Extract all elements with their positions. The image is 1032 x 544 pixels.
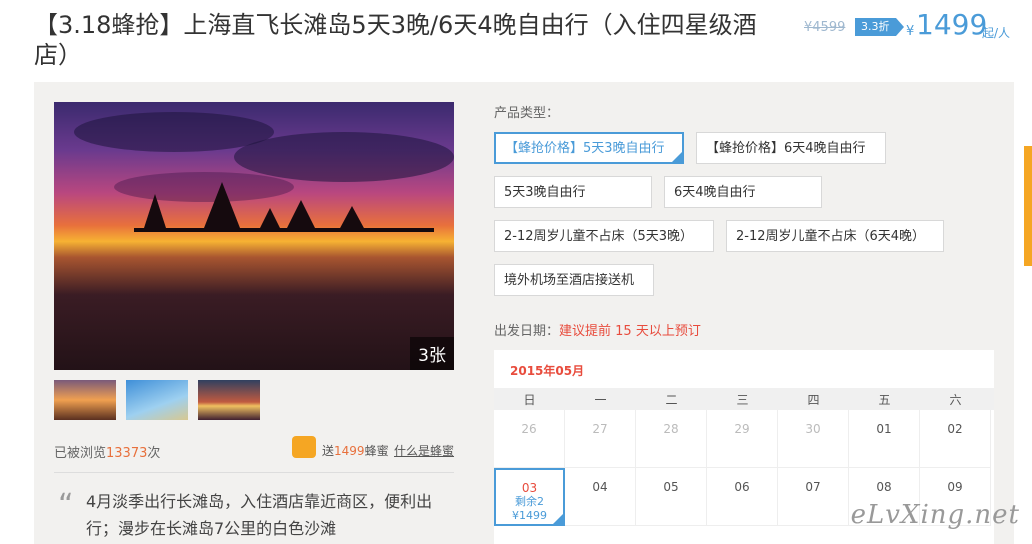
honey-gift-icon — [292, 436, 316, 458]
calendar-day-available[interactable]: 03 剩余2 ¥1499 — [494, 468, 565, 526]
weekday-sat: 六 — [949, 393, 962, 407]
weekday-thu: 四 — [807, 393, 820, 407]
calendar-day: 26 — [494, 410, 565, 468]
selected-check-icon — [551, 512, 565, 526]
product-option-label: 【蜂抢价格】5天3晚自由行 — [505, 141, 665, 156]
horizon-line — [134, 228, 434, 232]
seats-remaining: 剩余2 — [515, 495, 544, 508]
weekday-header: 日 一 二 三 四 五 六 — [494, 388, 994, 410]
calendar-day: 27 — [565, 410, 636, 468]
thumbnail-1[interactable] — [54, 380, 116, 420]
product-option-label: 2-12周岁儿童不占床（6天4晚） — [736, 229, 926, 244]
calendar-day: 28 — [636, 410, 707, 468]
weekday-wed: 三 — [736, 393, 749, 407]
currency-symbol: ¥ — [906, 24, 915, 39]
product-option-4[interactable]: 6天4晚自由行 — [664, 176, 822, 208]
gift-suffix: 蜂蜜 — [364, 444, 389, 458]
product-option-label: 6天4晚自由行 — [674, 185, 756, 200]
photo-cloud — [234, 132, 454, 182]
view-count: 已被浏览13373次 — [54, 442, 160, 461]
product-option-3[interactable]: 5天3晚自由行 — [494, 176, 652, 208]
sailboat-shape — [204, 182, 240, 228]
sailboat-shape — [286, 200, 316, 230]
gift-count: 1499 — [334, 444, 365, 458]
product-option-5[interactable]: 2-12周岁儿童不占床（5天3晚） — [494, 220, 714, 252]
booking-hint: 建议提前 15 天以上预订 — [559, 324, 701, 339]
photo-count-badge: 3张 — [410, 337, 454, 370]
current-price: 1499 — [916, 8, 988, 41]
calendar-day: 29 — [707, 410, 778, 468]
product-option-2[interactable]: 【蜂抢价格】6天4晚自由行 — [696, 132, 886, 164]
product-option-6[interactable]: 2-12周岁儿童不占床（6天4晚） — [726, 220, 944, 252]
product-panel: 3张 已被浏览13373次 送1499蜂蜜 什么是蜂蜜 “ 4月淡季出行长滩岛，… — [34, 82, 1014, 544]
view-count-number: 13373 — [106, 446, 148, 461]
product-description: 4月淡季出行长滩岛，入住酒店靠近商区，便利出行；漫步在长滩岛7公里的白色沙滩 — [86, 492, 433, 538]
weekday-fri: 五 — [878, 393, 891, 407]
watermark: eLvXing.net — [850, 500, 1020, 530]
weekday-tue: 二 — [665, 393, 678, 407]
quote-mark: “ — [58, 488, 74, 523]
product-option-7[interactable]: 境外机场至酒店接送机 — [494, 264, 654, 296]
side-feedback-tab[interactable] — [1024, 146, 1032, 266]
sailboat-shape — [339, 206, 365, 230]
departure-date-label: 出发日期：建议提前 15 天以上预订 — [494, 320, 701, 339]
sailboat-shape — [144, 194, 166, 228]
thumbnail-2[interactable] — [126, 380, 188, 420]
selected-check-icon — [670, 150, 684, 164]
product-option-1[interactable]: 【蜂抢价格】5天3晚自由行 — [494, 132, 684, 164]
what-is-honey-link[interactable]: 什么是蜂蜜 — [394, 442, 454, 459]
weekday-mon: 一 — [594, 393, 607, 407]
price-unit: 起/人 — [982, 26, 1011, 40]
calendar-month: 2015年05月 — [510, 364, 585, 378]
original-price: ¥4599 — [804, 20, 846, 35]
calendar-day: 30 — [778, 410, 849, 468]
product-option-label: 【蜂抢价格】6天4晚自由行 — [706, 141, 866, 156]
product-option-label: 2-12周岁儿童不占床（5天3晚） — [504, 229, 694, 244]
product-option-label: 境外机场至酒店接送机 — [504, 273, 635, 288]
product-option-label: 5天3晚自由行 — [504, 185, 586, 200]
gift-prefix: 送 — [322, 444, 335, 458]
calendar-day[interactable]: 01 — [849, 410, 920, 468]
divider — [54, 472, 454, 473]
main-photo[interactable]: 3张 — [54, 102, 454, 370]
sailboat-shape — [259, 208, 281, 230]
weekday-sun: 日 — [523, 393, 536, 407]
view-count-suffix: 次 — [147, 446, 161, 461]
calendar-day[interactable]: 05 — [636, 468, 707, 526]
price-area: ¥4599 3.3折 ¥ 1499 起/人 — [800, 8, 1032, 52]
calendar-day[interactable]: 06 — [707, 468, 778, 526]
product-type-label: 产品类型： — [494, 106, 560, 121]
departure-label-text: 出发日期： — [494, 324, 560, 339]
thumbnail-3[interactable] — [198, 380, 260, 420]
view-count-prefix: 已被浏览 — [54, 446, 107, 461]
calendar-day-number: 03 — [521, 481, 538, 495]
honey-gift-text: 送1499蜂蜜 — [322, 442, 389, 459]
product-title: 【3.18蜂抢】上海直飞长滩岛5天3晚/6天4晚自由行（入住四星级酒店） — [34, 11, 757, 69]
calendar-day[interactable]: 07 — [778, 468, 849, 526]
discount-badge: 3.3折 — [855, 18, 903, 36]
calendar-day[interactable]: 02 — [920, 410, 991, 468]
calendar-day[interactable]: 04 — [565, 468, 636, 526]
